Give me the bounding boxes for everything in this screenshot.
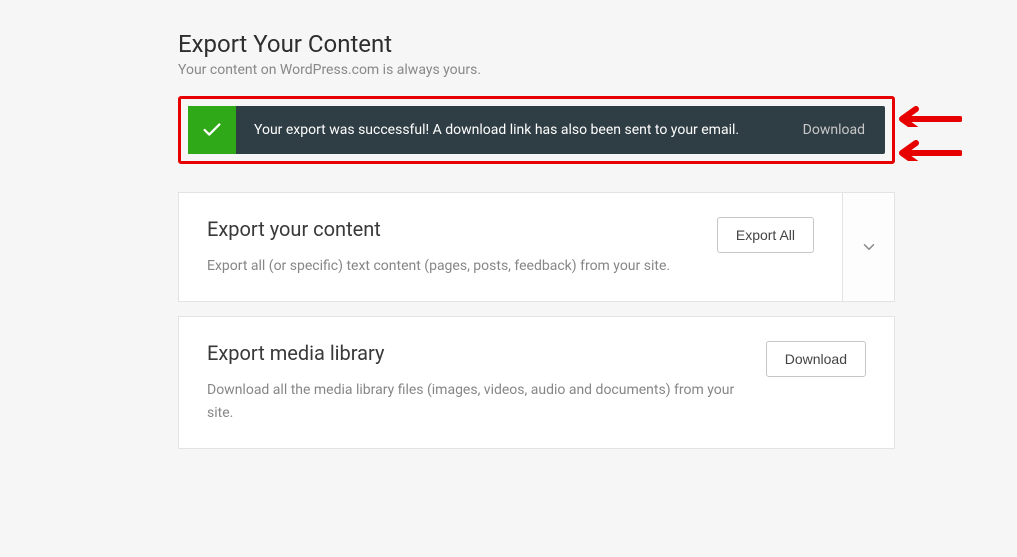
expand-toggle[interactable] [843,192,895,302]
card-title: Export your content [207,217,697,241]
export-page: Export Your Content Your content on Word… [0,0,895,449]
notice-message: Your export was successful! A download l… [236,106,783,154]
download-media-button[interactable]: Download [766,341,866,377]
export-media-card: Export media library Download all the me… [178,316,895,449]
annotation-arrow-icon [892,97,962,127]
card-description: Export all (or specific) text content (p… [207,255,697,277]
export-content-card: Export your content Export all (or speci… [178,192,895,302]
success-notice: Your export was successful! A download l… [188,106,885,154]
page-title: Export Your Content [178,30,895,58]
card-title: Export media library [207,341,746,365]
chevron-down-icon [860,238,878,256]
card-description: Download all the media library files (im… [207,379,746,424]
export-all-button[interactable]: Export All [717,217,814,253]
annotation-arrow-icon [892,131,962,161]
annotation-highlight: Your export was successful! A download l… [178,96,895,164]
page-subtitle: Your content on WordPress.com is always … [178,62,895,78]
check-icon [188,106,236,154]
download-link[interactable]: Download [783,106,885,154]
